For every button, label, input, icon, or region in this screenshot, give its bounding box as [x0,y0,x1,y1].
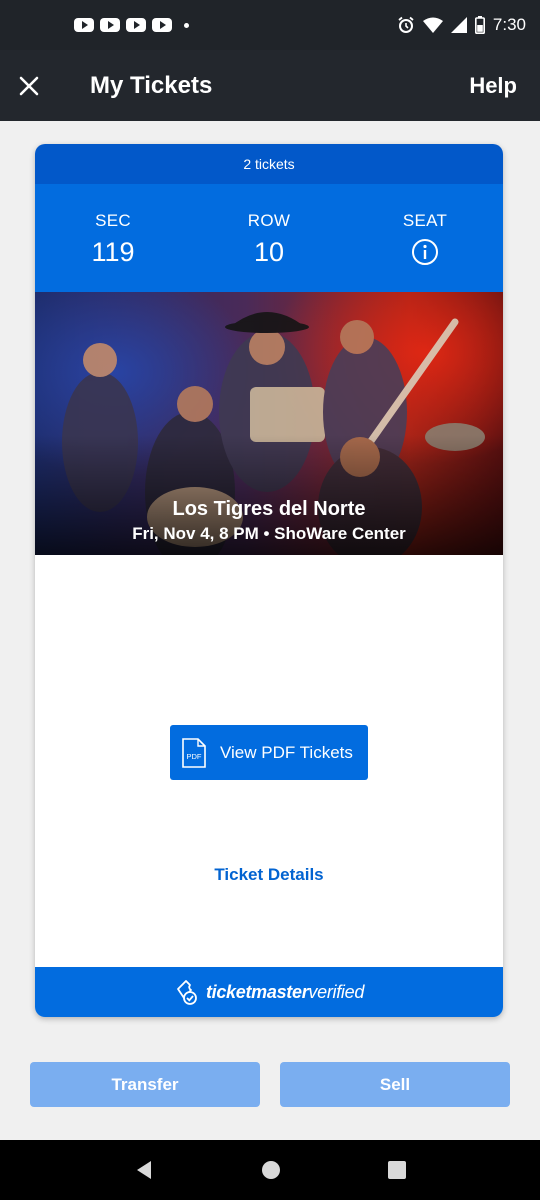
status-time: 7:30 [492,15,526,34]
row-value: 10 [253,236,285,267]
section-value: 119 [91,236,135,267]
alarm-icon [398,16,414,33]
seat-info: SEC 119 ROW 10 SEAT [35,184,503,292]
status-bar: 7:30 [0,0,540,50]
verified-suffix: verified [308,981,365,1002]
wifi-icon [422,17,443,33]
seat-label: SEAT [402,211,448,230]
seat-info-column: SEAT [347,184,503,292]
verified-label: ticketmasterverified [206,982,364,1003]
system-status: 7:30 [397,15,526,35]
youtube-icon [152,18,172,32]
section-label: SEC [95,211,131,230]
row-label: ROW [247,211,291,230]
event-date-venue: Fri, Nov 4, 8 PM • ShoWare Center [132,524,406,543]
battery-icon [474,16,485,34]
sell-button[interactable]: Sell [280,1062,510,1107]
close-button[interactable] [0,50,58,121]
verified-brand: ticketmaster [205,981,309,1002]
system-nav-bar [0,1140,540,1200]
signal-icon [450,17,467,33]
seat-info-button[interactable] [411,237,439,267]
ticket-card[interactable]: 2 tickets SEC 119 ROW 10 SEAT Los Tigres… [35,144,503,1017]
page-title: My Tickets [90,71,213,99]
event-image: Los Tigres del Norte Fri, Nov 4, 8 PM • … [35,292,503,555]
recents-icon[interactable] [387,1160,407,1180]
app-bar: My Tickets Help [0,50,540,121]
ticket-count: 2 tickets [35,144,503,184]
pdf-icon: PDF [182,737,206,768]
back-icon[interactable] [133,1159,155,1181]
youtube-icon [74,18,94,32]
view-pdf-tickets-button[interactable]: PDF View PDF Tickets [170,725,368,780]
row-info: ROW 10 [191,184,347,292]
verified-ticket-icon [177,980,197,1005]
home-icon[interactable] [261,1160,281,1180]
help-link[interactable]: Help [469,73,517,99]
event-name: Los Tigres del Norte [172,498,366,520]
ticketmaster-verified-banner: ticketmasterverified [35,967,503,1017]
ticket-details-link[interactable]: Ticket Details [35,865,503,885]
info-icon [412,239,438,265]
view-pdf-tickets-label: View PDF Tickets [220,742,353,762]
transfer-button[interactable]: Transfer [30,1062,260,1107]
more-dot-icon [184,22,189,28]
youtube-icon [100,18,120,32]
youtube-icon [126,18,146,32]
close-icon [19,76,39,95]
section-info: SEC 119 [35,184,191,292]
pdf-icon-text: PDF [187,752,202,761]
